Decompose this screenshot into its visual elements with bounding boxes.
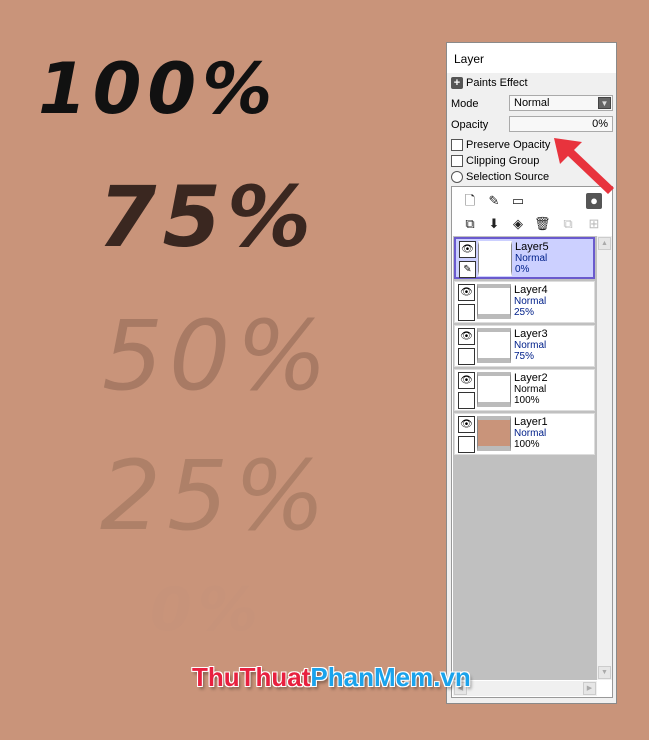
eye-icon[interactable]: 👁 [458, 284, 475, 301]
selection-source-label: Selection Source [466, 171, 550, 183]
layer-name: Layer1 [514, 416, 548, 428]
selection-source-radio[interactable]: Selection Source [451, 171, 549, 183]
lock-box[interactable] [458, 348, 475, 365]
layer-name: Layer4 [514, 284, 548, 296]
apply-mask-icon: ⊞ [588, 216, 600, 231]
scroll-down-icon[interactable]: ▼ [598, 666, 611, 679]
lock-box[interactable] [458, 304, 475, 321]
trash-icon[interactable]: 🗑 [534, 216, 551, 232]
layer-row-layer1[interactable]: 👁 Layer1 Normal 100% [454, 413, 595, 455]
watermark-part1: ThuThuat [192, 662, 311, 692]
layer-opacity: 25% [514, 307, 535, 318]
checkbox [451, 139, 463, 151]
scroll-up-icon[interactable]: ▲ [598, 237, 611, 250]
radio [451, 171, 463, 183]
opacity-slider[interactable]: 0% [509, 116, 613, 132]
layer-thumbnail [478, 241, 512, 276]
layer-mode: Normal [514, 384, 547, 395]
merge-mask-icon: ⧉ [563, 216, 573, 231]
eye-icon[interactable]: 👁 [459, 241, 476, 258]
scroll-right-icon[interactable]: ▶ [583, 682, 596, 695]
layer-thumbnail [477, 328, 511, 363]
transfer-down-icon[interactable]: ⧉ [462, 216, 478, 232]
panel-title: Layer [447, 43, 616, 73]
layer-row-layer3[interactable]: 👁 Layer3 Normal 75% [454, 325, 595, 367]
horizontal-scrollbar[interactable]: ◀ ▶ [453, 681, 597, 696]
checkbox [451, 155, 463, 167]
eye-icon[interactable]: 👁 [458, 328, 475, 345]
paints-effect-toggle[interactable]: + Paints Effect [451, 77, 528, 89]
canvas-text-50: 50% [102, 300, 334, 412]
preserve-opacity-checkbox[interactable]: Preserve Opacity [451, 139, 550, 151]
layer-thumbnail [477, 416, 511, 451]
layer-name: Layer5 [515, 241, 549, 253]
layer-name: Layer3 [514, 328, 548, 340]
clear-layer-icon[interactable]: ◈ [510, 216, 526, 232]
clipping-group-checkbox[interactable]: Clipping Group [451, 155, 539, 167]
eye-icon[interactable]: 👁 [458, 416, 475, 433]
canvas-text-100: 100% [38, 48, 279, 130]
lock-box[interactable] [458, 392, 475, 409]
watermark-part2: PhanMem [310, 662, 434, 692]
layer-list: 👁 ✎ Layer5 Normal 0% 👁 Layer4 Normal 25% … [453, 236, 597, 680]
layer-name: Layer2 [514, 372, 548, 384]
layer-mode: Normal [514, 428, 547, 439]
layer-row-layer4[interactable]: 👁 Layer4 Normal 25% [454, 281, 595, 323]
new-linework-layer-icon[interactable]: ✎ [486, 193, 502, 209]
chevron-down-icon: ▼ [598, 97, 611, 109]
red-arrow-annotation [554, 138, 614, 194]
layer-opacity: 100% [514, 395, 540, 406]
merge-down-icon[interactable]: ⬇ [486, 216, 502, 232]
paints-effect-label: Paints Effect [466, 77, 528, 89]
lock-box[interactable] [458, 436, 475, 453]
layer-thumbnail [477, 372, 511, 407]
new-layer-icon[interactable]: 🗋 [462, 193, 478, 209]
mode-value: Normal [514, 97, 550, 109]
plus-icon: + [451, 77, 463, 89]
eye-icon[interactable]: 👁 [458, 372, 475, 389]
layer-mode: Normal [515, 253, 548, 264]
vertical-scrollbar[interactable]: ▲ ▼ [597, 236, 612, 680]
layer-opacity: 100% [514, 439, 540, 450]
layer-mode: Normal [514, 340, 547, 351]
canvas-text-0: 0% [150, 575, 264, 645]
watermark-logo: ThuThuatPhanMem.vn [192, 662, 471, 693]
layer-list-box: 🗋 ✎ ▭ ● ⧉ ⬇ ◈ 🗑 ⧉ ⊞ 👁 ✎ Layer5 Normal 0% … [451, 186, 613, 698]
layer-row-layer5[interactable]: 👁 ✎ Layer5 Normal 0% [454, 237, 595, 279]
mode-select[interactable]: Normal ▼ [509, 95, 613, 111]
new-folder-icon[interactable]: ▭ [510, 193, 526, 209]
opacity-label: Opacity [451, 119, 489, 131]
layer-opacity: 75% [514, 351, 535, 362]
watermark-part3: .vn [433, 662, 471, 692]
preserve-opacity-label: Preserve Opacity [466, 139, 551, 151]
mode-label: Mode [451, 98, 479, 110]
canvas-text-25: 25% [100, 440, 332, 552]
layer-thumbnail [477, 284, 511, 319]
layer-row-layer2[interactable]: 👁 Layer2 Normal 100% [454, 369, 595, 411]
pen-icon[interactable]: ✎ [459, 261, 476, 278]
layer-mode: Normal [514, 296, 547, 307]
clipping-group-label: Clipping Group [466, 155, 540, 167]
canvas-text-75: 75% [98, 168, 318, 266]
layer-opacity: 0% [515, 264, 530, 275]
